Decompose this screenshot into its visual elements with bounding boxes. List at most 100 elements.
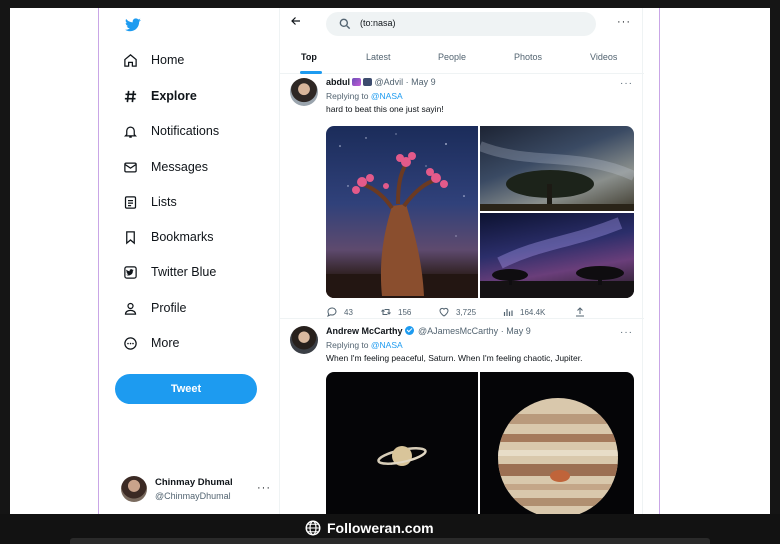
milky-way-trees-photo[interactable]: [480, 213, 634, 298]
replying-prefix: Replying to: [326, 340, 369, 350]
back-arrow-icon[interactable]: [290, 15, 302, 30]
reply-button[interactable]: 43: [326, 306, 353, 318]
tweet-media-grid: [326, 126, 634, 298]
tweet-date[interactable]: May 9: [506, 326, 531, 336]
nav-label-notifications: Notifications: [151, 124, 220, 138]
tab-latest[interactable]: Latest: [366, 52, 391, 62]
heart-icon: [439, 307, 449, 317]
mention-link[interactable]: @NASA: [371, 340, 403, 350]
list-icon: [121, 193, 139, 211]
account-more-icon[interactable]: ···: [257, 482, 271, 494]
nav-lists[interactable]: Lists: [121, 188, 177, 216]
author-handle[interactable]: @Advil: [375, 77, 404, 87]
search-icon: [339, 18, 351, 30]
search-input[interactable]: (to:nasa): [326, 12, 596, 36]
bell-icon: [121, 122, 139, 140]
tweet-header: Andrew McCarthy @AJamesMcCarthy · May 9: [326, 326, 531, 336]
nav-notifications[interactable]: Notifications: [121, 117, 219, 145]
tweet-media-grid: [326, 372, 634, 514]
laptop-base: [70, 538, 710, 544]
tab-people[interactable]: People: [438, 52, 466, 62]
hashtag-icon: [121, 87, 139, 105]
search-tabs: Top Latest People Photos Videos: [280, 44, 644, 74]
saturn-photo[interactable]: [326, 372, 478, 514]
search-more-icon[interactable]: ···: [617, 16, 631, 28]
replying-prefix: Replying to: [326, 91, 369, 101]
tab-videos[interactable]: Videos: [590, 52, 617, 62]
like-button[interactable]: 3,725: [438, 306, 476, 318]
nav-twitter-blue[interactable]: Twitter Blue: [121, 258, 216, 286]
tweet-more-icon[interactable]: ···: [620, 78, 633, 89]
search-query: (to:nasa): [360, 18, 396, 28]
nav-label-twitter-blue: Twitter Blue: [151, 265, 217, 279]
replying-to: Replying to @NASA: [326, 340, 403, 350]
emoji-icon: [363, 78, 372, 86]
retweet-count: 156: [398, 307, 412, 317]
views-button[interactable]: 164.4K: [502, 306, 545, 318]
nav-messages[interactable]: Messages: [121, 153, 208, 181]
main-column: (to:nasa) ··· Top Latest People Photos V…: [279, 8, 644, 514]
nav-more[interactable]: More: [121, 329, 179, 357]
home-icon: [121, 51, 139, 69]
emoji-icon: [352, 78, 361, 86]
nav-label-bookmarks: Bookmarks: [151, 230, 214, 244]
view-count: 164.4K: [520, 307, 546, 317]
tweet-header: abdul @Advil · May 9: [326, 77, 436, 87]
twitter-window: Home Explore Notifications Messages List…: [98, 8, 660, 514]
tweet-button[interactable]: Tweet: [115, 374, 257, 404]
share-icon: [576, 307, 584, 317]
nav-label-more: More: [151, 336, 180, 350]
sidebar: Home Explore Notifications Messages List…: [99, 8, 279, 514]
tweet-date[interactable]: May 9: [411, 77, 436, 87]
tweet-more-icon[interactable]: ···: [620, 327, 633, 338]
avatar: [121, 476, 147, 502]
twitter-blue-icon: [121, 263, 139, 281]
twitter-logo-icon[interactable]: [125, 18, 141, 32]
screen: Home Explore Notifications Messages List…: [10, 8, 770, 514]
account-name: Chinmay Dhumal: [155, 477, 233, 488]
tab-top[interactable]: Top: [301, 52, 317, 62]
reply-icon: [327, 307, 337, 318]
more-circle-icon: [121, 334, 139, 352]
nav-label-profile: Profile: [151, 301, 187, 315]
desert-rose-tree-photo[interactable]: [326, 126, 478, 298]
envelope-icon: [121, 158, 139, 176]
retweet-icon: [381, 309, 391, 315]
replying-to: Replying to @NASA: [326, 91, 403, 101]
reply-count: 43: [344, 307, 353, 317]
watermark-text: Followeran.com: [327, 520, 434, 536]
jupiter-photo[interactable]: [480, 372, 634, 514]
author-name[interactable]: Andrew McCarthy: [326, 326, 403, 336]
nav-profile[interactable]: Profile: [121, 294, 186, 322]
tweet-text: hard to beat this one just sayin!: [326, 104, 444, 114]
nav-label-messages: Messages: [151, 160, 208, 174]
search-header: (to:nasa) ···: [280, 8, 644, 40]
author-name[interactable]: abdul: [326, 77, 350, 87]
account-switcher[interactable]: Chinmay Dhumal @ChinmayDhumal ···: [121, 474, 271, 504]
account-handle: @ChinmayDhumal: [155, 491, 231, 501]
nav-label-home: Home: [151, 53, 185, 67]
like-count: 3,725: [456, 307, 477, 317]
avatar[interactable]: [290, 326, 318, 354]
bookmark-icon: [121, 228, 139, 246]
tab-photos[interactable]: Photos: [514, 52, 542, 62]
nav-home[interactable]: Home: [121, 46, 184, 74]
nav-label-explore: Explore: [151, 89, 197, 103]
author-handle[interactable]: @AJamesMcCarthy: [418, 326, 498, 336]
nav-bookmarks[interactable]: Bookmarks: [121, 223, 214, 251]
tweet-text: When I'm feeling peaceful, Saturn. When …: [326, 353, 583, 363]
watermark: Followeran.com: [304, 519, 434, 537]
person-icon: [121, 299, 139, 317]
nav-explore[interactable]: Explore: [121, 82, 197, 110]
verified-badge-icon: [404, 326, 414, 335]
dragon-blood-tree-photo[interactable]: [478, 126, 634, 211]
views-chart-icon: [503, 309, 513, 316]
avatar[interactable]: [290, 78, 318, 106]
mention-link[interactable]: @NASA: [371, 91, 403, 101]
active-tab-indicator: [300, 71, 322, 74]
share-button[interactable]: [574, 306, 592, 318]
tweet-divider: [280, 318, 644, 319]
retweet-button[interactable]: 156: [380, 306, 411, 318]
globe-icon: [305, 520, 321, 536]
nav-label-lists: Lists: [151, 195, 177, 209]
